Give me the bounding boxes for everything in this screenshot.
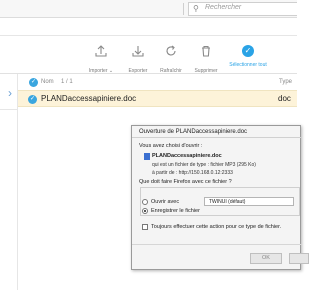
ok-button[interactable]: OK [250, 253, 282, 264]
row-checkbox[interactable]: ✓ [28, 95, 37, 104]
select-all-button[interactable]: ✓ Sélectionner tout [228, 44, 268, 68]
search-box[interactable]: ⚲ Rechercher [188, 2, 297, 16]
dialog-title: Ouverture de PLANDaccessapiniere.doc [139, 129, 248, 135]
always-do-checkbox[interactable] [142, 224, 148, 230]
file-icon [144, 153, 150, 160]
open-with-value: TWINUI (défaut) [209, 199, 246, 205]
type-column-header[interactable]: Type [279, 79, 292, 85]
header-divider [0, 35, 297, 36]
toolbar-divider [0, 73, 297, 74]
import-icon [95, 45, 107, 57]
list-header: ✓ Nom 1 / 1 Type [18, 76, 297, 90]
refresh-icon [166, 45, 176, 56]
export-icon [132, 46, 144, 57]
download-dialog: Ouverture de PLANDaccessapiniere.doc Vou… [131, 125, 309, 270]
dialog-intro: Vous avez choisi d'ouvrir : [139, 143, 203, 149]
dialog-question: Que doit faire Firefox avec ce fichier ? [139, 179, 232, 185]
name-column-header[interactable]: Nom [41, 79, 54, 85]
select-all-checkbox[interactable]: ✓ [29, 78, 38, 87]
open-with-select[interactable]: TWINUI (défaut) [204, 197, 294, 206]
file-name: PLANDaccessapiniere.doc [41, 94, 137, 103]
delete-button[interactable]: Supprimer [186, 44, 226, 74]
check-circle-icon: ✓ [242, 45, 254, 57]
dialog-title-divider [132, 137, 302, 138]
toolbar-separator [183, 3, 184, 15]
refresh-button[interactable]: Rafraîchir [151, 44, 191, 74]
search-placeholder: Rechercher [205, 4, 242, 11]
dialog-footer-divider [132, 244, 302, 245]
open-with-radio[interactable] [142, 199, 148, 205]
chevron-right-icon: › [8, 86, 12, 100]
dialog-file-type: qui est un fichier de type : fichier MP3… [152, 162, 256, 168]
left-pane-item[interactable]: › [0, 80, 17, 110]
always-do-label[interactable]: Toujours effectuer cette action pour ce … [151, 224, 281, 230]
file-type: doc [278, 94, 291, 103]
open-with-label[interactable]: Ouvrir avec [151, 199, 179, 205]
dialog-file-name: PLANDaccessapiniere.doc [152, 153, 222, 159]
select-all-label: Sélectionner tout [229, 62, 267, 68]
trash-icon [202, 45, 210, 57]
save-file-label[interactable]: Enregistrer le fichier [151, 208, 200, 214]
dialog-file-source: à partir de : http://150.168.0.12:2333 [152, 170, 233, 176]
browser-toolbar: ⚲ Rechercher [0, 0, 297, 18]
table-row[interactable]: ✓ PLANDaccessapiniere.doc doc [18, 90, 297, 107]
item-count: 1 / 1 [61, 79, 73, 85]
cancel-button[interactable] [289, 253, 309, 264]
import-button[interactable]: Importer ⌄ [81, 44, 121, 74]
save-file-radio[interactable] [142, 208, 148, 214]
magnifier-icon: ⚲ [193, 4, 199, 13]
